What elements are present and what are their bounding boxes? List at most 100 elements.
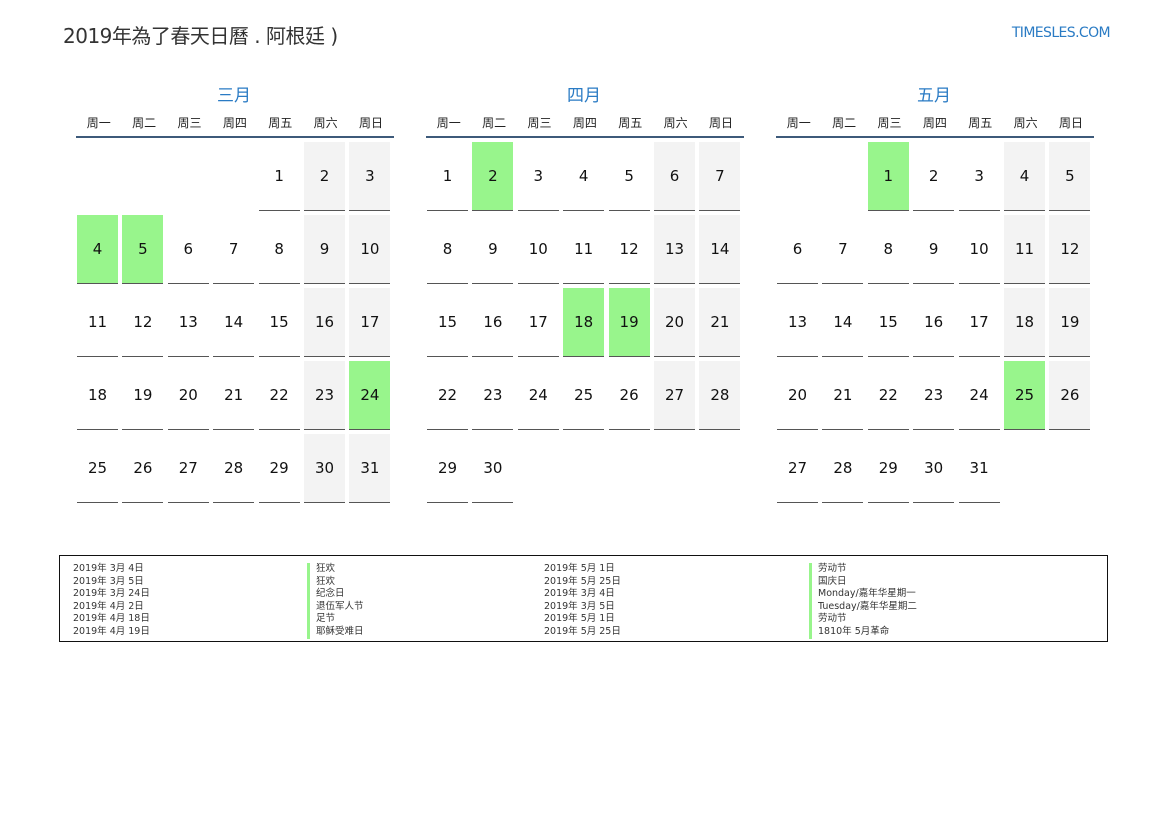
- day-cell[interactable]: 1: [258, 142, 300, 211]
- day-cell[interactable]: 29: [258, 434, 300, 503]
- day-cell[interactable]: 6: [167, 215, 209, 284]
- day-cell[interactable]: 3: [349, 142, 391, 211]
- day-cell[interactable]: 4: [1004, 142, 1045, 211]
- day-cell[interactable]: 9: [472, 215, 514, 284]
- day-cell[interactable]: 12: [608, 215, 650, 284]
- day-cell[interactable]: 26: [122, 434, 164, 503]
- day-cell[interactable]: 8: [258, 215, 300, 284]
- day-cell[interactable]: 23: [913, 361, 955, 430]
- legend-holiday-name: Tuesday/嘉年华星期二: [809, 600, 917, 614]
- day-cell[interactable]: 29: [867, 434, 909, 503]
- day-cell[interactable]: 25: [77, 434, 118, 503]
- day-cell[interactable]: 15: [867, 288, 909, 357]
- day-cell[interactable]: 3: [958, 142, 1000, 211]
- day-cell[interactable]: 19: [122, 361, 164, 430]
- day-cell[interactable]: 23: [472, 361, 514, 430]
- day-cell[interactable]: 28: [213, 434, 255, 503]
- day-cell[interactable]: 9: [304, 215, 345, 284]
- day-cell[interactable]: 13: [777, 288, 818, 357]
- legend-holiday-name: 1810年 5月革命: [809, 625, 917, 639]
- day-cell[interactable]: 21: [699, 288, 741, 357]
- day-cell[interactable]: 15: [258, 288, 300, 357]
- day-cell[interactable]: 8: [867, 215, 909, 284]
- day-cell[interactable]: 30: [304, 434, 345, 503]
- day-cell[interactable]: 22: [427, 361, 468, 430]
- day-cell[interactable]: 16: [472, 288, 514, 357]
- day-cell[interactable]: 11: [563, 215, 605, 284]
- day-cell[interactable]: 5: [1049, 142, 1091, 211]
- holiday-day-cell[interactable]: 24: [349, 361, 391, 430]
- day-cell[interactable]: 26: [1049, 361, 1091, 430]
- day-cell[interactable]: 17: [958, 288, 1000, 357]
- weekday-label: 周一: [786, 116, 811, 130]
- day-cell[interactable]: 13: [654, 215, 695, 284]
- day-cell[interactable]: 2: [304, 142, 345, 211]
- day-cell[interactable]: 12: [1049, 215, 1091, 284]
- day-cell[interactable]: 14: [822, 288, 864, 357]
- day-cell[interactable]: 25: [563, 361, 605, 430]
- holiday-day-cell[interactable]: 25: [1004, 361, 1045, 430]
- day-cell[interactable]: 14: [213, 288, 255, 357]
- day-cell[interactable]: 12: [122, 288, 164, 357]
- day-cell[interactable]: 26: [608, 361, 650, 430]
- weekday-label: 周三: [527, 116, 552, 130]
- day-cell[interactable]: 11: [77, 288, 118, 357]
- day-cell[interactable]: 20: [654, 288, 695, 357]
- day-cell[interactable]: 20: [777, 361, 818, 430]
- day-cell[interactable]: 10: [958, 215, 1000, 284]
- day-cell[interactable]: 3: [517, 142, 559, 211]
- day-cell[interactable]: 10: [349, 215, 391, 284]
- day-cell[interactable]: 31: [958, 434, 1000, 503]
- day-cell[interactable]: 14: [699, 215, 741, 284]
- day-cell[interactable]: 6: [777, 215, 818, 284]
- day-cell[interactable]: 21: [213, 361, 255, 430]
- day-cell[interactable]: 9: [913, 215, 955, 284]
- day-cell[interactable]: 5: [608, 142, 650, 211]
- day-cell[interactable]: 22: [258, 361, 300, 430]
- day-cell[interactable]: 18: [1004, 288, 1045, 357]
- day-cell[interactable]: 30: [913, 434, 955, 503]
- day-cell[interactable]: 7: [699, 142, 741, 211]
- day-cell[interactable]: 21: [822, 361, 864, 430]
- day-cell[interactable]: 10: [517, 215, 559, 284]
- holiday-day-cell[interactable]: 5: [122, 215, 164, 284]
- day-cell[interactable]: 29: [427, 434, 468, 503]
- day-cell[interactable]: 8: [427, 215, 468, 284]
- day-cell[interactable]: 7: [822, 215, 864, 284]
- weekday-label: 周五: [968, 116, 993, 130]
- day-cell[interactable]: 16: [913, 288, 955, 357]
- day-cell[interactable]: 18: [77, 361, 118, 430]
- legend-date: 2019年 3月 4日: [73, 563, 144, 574]
- day-cell[interactable]: 23: [304, 361, 345, 430]
- day-cell[interactable]: 31: [349, 434, 391, 503]
- day-cell[interactable]: 27: [654, 361, 695, 430]
- day-cell[interactable]: 13: [167, 288, 209, 357]
- day-cell[interactable]: 4: [563, 142, 605, 211]
- day-cell[interactable]: 28: [699, 361, 741, 430]
- day-cell[interactable]: 19: [1049, 288, 1091, 357]
- day-cell[interactable]: 17: [349, 288, 391, 357]
- day-cell[interactable]: 24: [958, 361, 1000, 430]
- legend-date: 2019年 5月 1日: [544, 613, 615, 625]
- day-cell[interactable]: 28: [822, 434, 864, 503]
- holiday-day-cell[interactable]: 1: [867, 142, 909, 211]
- day-cell[interactable]: 27: [777, 434, 818, 503]
- day-cell[interactable]: 11: [1004, 215, 1045, 284]
- holiday-day-cell[interactable]: 19: [608, 288, 650, 357]
- site-link[interactable]: TIMESLES.COM: [1012, 25, 1111, 41]
- day-cell[interactable]: 20: [167, 361, 209, 430]
- holiday-day-cell[interactable]: 2: [472, 142, 514, 211]
- day-cell[interactable]: 27: [167, 434, 209, 503]
- day-cell[interactable]: 2: [913, 142, 955, 211]
- day-cell[interactable]: 15: [427, 288, 468, 357]
- day-cell[interactable]: 1: [427, 142, 468, 211]
- day-cell[interactable]: 22: [867, 361, 909, 430]
- day-cell[interactable]: 6: [654, 142, 695, 211]
- day-cell[interactable]: 16: [304, 288, 345, 357]
- day-cell[interactable]: 7: [213, 215, 255, 284]
- day-cell[interactable]: 24: [517, 361, 559, 430]
- day-cell[interactable]: 30: [472, 434, 514, 503]
- holiday-day-cell[interactable]: 4: [77, 215, 118, 284]
- holiday-day-cell[interactable]: 18: [563, 288, 605, 357]
- day-cell[interactable]: 17: [517, 288, 559, 357]
